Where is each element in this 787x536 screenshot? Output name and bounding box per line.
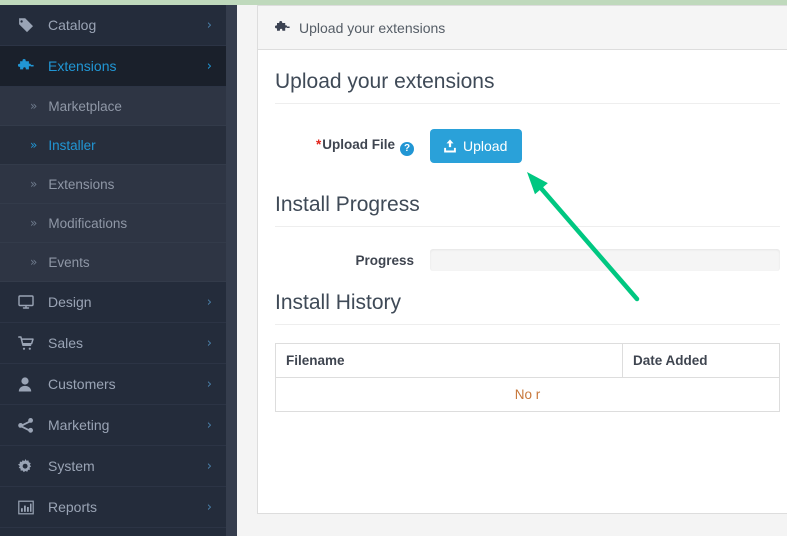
chevron-right-icon: › bbox=[207, 18, 212, 33]
panel-body: Upload your extensions *Upload File? Upl… bbox=[258, 50, 787, 412]
double-chevron-icon: » bbox=[30, 99, 37, 113]
progress-label: Progress bbox=[275, 253, 430, 268]
upload-file-label-text: Upload File bbox=[322, 137, 395, 152]
install-progress-title: Install Progress bbox=[275, 193, 780, 227]
sidebar-sublabel: Installer bbox=[48, 138, 95, 153]
column-header-date-added[interactable]: Date Added bbox=[623, 344, 780, 378]
empty-results-cell: No r bbox=[276, 378, 780, 412]
sidebar-label: Marketing bbox=[48, 417, 207, 433]
sidebar-label: Catalog bbox=[48, 17, 207, 33]
sidebar-label: Design bbox=[48, 294, 207, 310]
sidebar-item-customers[interactable]: Customers › bbox=[0, 364, 226, 405]
upload-icon bbox=[443, 139, 457, 153]
chevron-right-icon: › bbox=[207, 500, 212, 515]
sidebar-item-extensions-sub[interactable]: » Extensions bbox=[0, 165, 226, 204]
help-icon[interactable]: ? bbox=[400, 142, 414, 156]
sidebar-item-events[interactable]: » Events bbox=[0, 243, 226, 282]
sidebar-item-system[interactable]: System › bbox=[0, 446, 226, 487]
sidebar-label: Sales bbox=[48, 335, 207, 351]
chevron-right-icon: › bbox=[207, 377, 212, 392]
double-chevron-icon: » bbox=[30, 138, 37, 152]
chevron-right-icon: › bbox=[207, 336, 212, 351]
puzzle-icon bbox=[18, 58, 42, 74]
cart-icon bbox=[18, 335, 42, 351]
main-sidebar: Catalog › Extensions › » Marketplace » I… bbox=[0, 5, 226, 536]
gear-icon bbox=[18, 458, 42, 474]
double-chevron-icon: » bbox=[30, 177, 37, 191]
install-history-table: Filename Date Added No r bbox=[275, 343, 780, 412]
upload-file-label: *Upload File? bbox=[275, 137, 430, 156]
upload-button-label: Upload bbox=[463, 138, 507, 154]
panel-header-title: Upload your extensions bbox=[299, 20, 445, 36]
chevron-right-icon: › bbox=[207, 295, 212, 310]
tag-icon bbox=[18, 17, 42, 33]
table-row: No r bbox=[276, 378, 780, 412]
progress-row: Progress bbox=[275, 249, 780, 271]
install-history-title: Install History bbox=[275, 291, 780, 325]
sidebar-sublabel: Marketplace bbox=[48, 99, 122, 114]
sidebar-submenu-extensions: » Marketplace » Installer » Extensions »… bbox=[0, 87, 226, 282]
monitor-icon bbox=[18, 294, 42, 310]
table-body: No r bbox=[276, 378, 780, 412]
page-title: Upload your extensions bbox=[275, 70, 780, 104]
sidebar-label: Reports bbox=[48, 499, 207, 515]
double-chevron-icon: » bbox=[30, 255, 37, 269]
panel-header: Upload your extensions bbox=[258, 6, 787, 50]
sidebar-item-marketing[interactable]: Marketing › bbox=[0, 405, 226, 446]
sidebar-sublabel: Events bbox=[48, 255, 89, 270]
upload-button[interactable]: Upload bbox=[430, 129, 522, 163]
progress-bar bbox=[430, 249, 780, 271]
sidebar-item-catalog[interactable]: Catalog › bbox=[0, 5, 226, 46]
chevron-right-icon: › bbox=[207, 459, 212, 474]
sidebar-item-design[interactable]: Design › bbox=[0, 282, 226, 323]
sidebar-item-sales[interactable]: Sales › bbox=[0, 323, 226, 364]
content-gutter bbox=[237, 5, 257, 536]
sidebar-item-reports[interactable]: Reports › bbox=[0, 487, 226, 528]
sidebar-item-marketplace[interactable]: » Marketplace bbox=[0, 87, 226, 126]
bar-chart-icon bbox=[18, 499, 42, 515]
chevron-right-icon: › bbox=[207, 418, 212, 433]
sidebar-item-modifications[interactable]: » Modifications bbox=[0, 204, 226, 243]
screen-root: Catalog › Extensions › » Marketplace » I… bbox=[0, 0, 787, 536]
sidebar-edge-strip bbox=[226, 5, 237, 536]
sidebar-item-installer[interactable]: » Installer bbox=[0, 126, 226, 165]
chevron-right-icon: › bbox=[207, 59, 212, 74]
user-icon bbox=[18, 376, 42, 392]
table-header-row: Filename Date Added bbox=[276, 344, 780, 378]
sidebar-label: System bbox=[48, 458, 207, 474]
content-panel: Upload your extensions Upload your exten… bbox=[257, 5, 787, 514]
required-marker: * bbox=[316, 137, 321, 152]
puzzle-icon bbox=[275, 21, 290, 35]
double-chevron-icon: » bbox=[30, 216, 37, 230]
sidebar-sublabel: Extensions bbox=[48, 177, 114, 192]
sidebar-sublabel: Modifications bbox=[48, 216, 127, 231]
share-icon bbox=[18, 417, 42, 433]
table-head: Filename Date Added bbox=[276, 344, 780, 378]
upload-file-row: *Upload File? Upload bbox=[275, 129, 780, 163]
sidebar-label: Extensions bbox=[48, 58, 207, 74]
column-header-filename[interactable]: Filename bbox=[276, 344, 623, 378]
sidebar-item-extensions[interactable]: Extensions › bbox=[0, 46, 226, 87]
sidebar-label: Customers bbox=[48, 376, 207, 392]
